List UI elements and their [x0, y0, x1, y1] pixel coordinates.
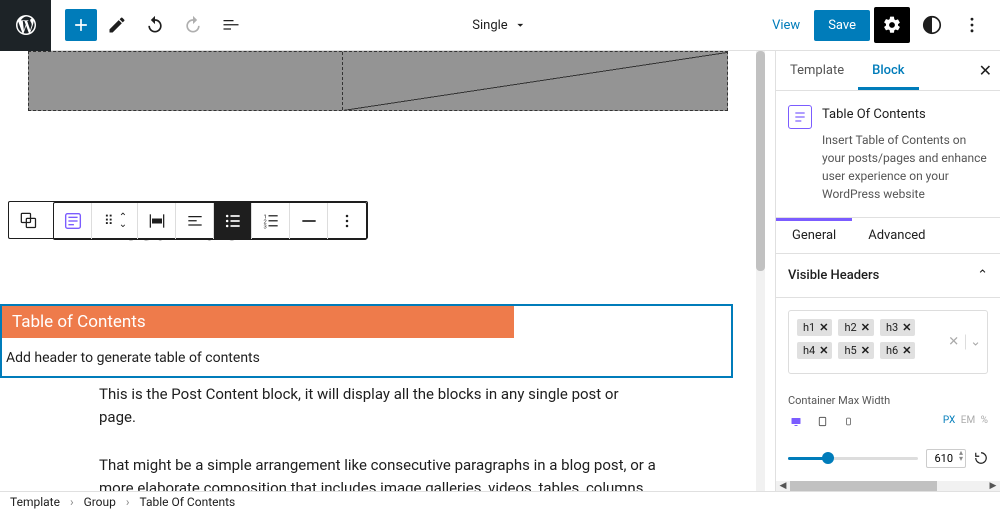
move-handles[interactable]: ⠿ ⌃⌄ [92, 203, 138, 239]
toc-title: Table of Contents [2, 306, 514, 338]
block-more-menu[interactable] [328, 203, 366, 239]
settings-sidebar: Template Block ✕ Table Of Contents Inser… [775, 51, 1000, 491]
remove-tag-icon[interactable]: ✕ [861, 344, 870, 357]
toc-block-icon[interactable] [54, 203, 92, 239]
settings-button[interactable] [874, 7, 910, 43]
chevron-down-icon [514, 18, 528, 32]
remove-tag-icon[interactable]: ✕ [902, 344, 911, 357]
outline-button[interactable] [213, 7, 249, 43]
breadcrumb-item[interactable]: Table Of Contents [140, 495, 236, 509]
unit-selector: PX EM % [940, 415, 988, 426]
post-content: This is the Post Content block, it will … [99, 383, 659, 491]
panel-visible-headers[interactable]: Visible Headers ⌃ [776, 254, 1000, 298]
header-tag[interactable]: h6 ✕ [880, 342, 915, 359]
subtab-advanced[interactable]: Advanced [852, 218, 941, 253]
save-button[interactable]: Save [814, 10, 870, 41]
clear-icon[interactable]: ✕ [948, 334, 966, 349]
wp-logo[interactable] [0, 0, 51, 51]
reset-icon[interactable] [974, 451, 988, 465]
remove-tag-icon[interactable]: ✕ [902, 321, 911, 334]
redo-button[interactable] [175, 7, 211, 43]
unit-pct[interactable]: % [981, 415, 988, 426]
device-tablet-icon[interactable] [814, 415, 830, 429]
breadcrumb: Template › Group › Table Of Contents [0, 491, 1000, 511]
width-slider[interactable] [788, 457, 918, 460]
svg-text:3: 3 [263, 225, 266, 231]
tab-template[interactable]: Template [776, 51, 858, 90]
list-numbered-button[interactable]: 123 [252, 203, 290, 239]
styles-button[interactable] [914, 7, 950, 43]
remove-tag-icon[interactable]: ✕ [819, 344, 828, 357]
view-link[interactable]: View [762, 18, 810, 33]
header-tag[interactable]: h2 ✕ [838, 319, 873, 336]
header-tags-field[interactable]: h1 ✕ h2 ✕ h3 ✕ h4 ✕ h5 ✕ h6 ✕ ✕ ⌄ [788, 310, 988, 374]
header-tag[interactable]: h1 ✕ [797, 319, 832, 336]
toc-block-icon [788, 105, 812, 129]
chevron-right-icon: › [126, 495, 130, 509]
header-tag[interactable]: h5 ✕ [838, 342, 873, 359]
unit-em[interactable]: EM [961, 415, 975, 426]
unit-px[interactable]: PX [943, 415, 955, 426]
toc-hint: Add header to generate table of contents [2, 338, 731, 376]
block-toolbar: ⠿ ⌃⌄ 123 [8, 201, 368, 239]
separator-button[interactable] [290, 203, 328, 239]
remove-tag-icon[interactable]: ✕ [861, 321, 870, 334]
breadcrumb-item[interactable]: Template [10, 495, 60, 509]
undo-button[interactable] [137, 7, 173, 43]
close-icon[interactable]: ✕ [979, 61, 992, 80]
align-button[interactable] [138, 203, 176, 239]
block-name: Table Of Contents [822, 105, 988, 125]
device-desktop-icon[interactable] [788, 415, 804, 429]
vertical-scrollbar[interactable] [756, 51, 765, 491]
template-selector[interactable]: Single [472, 18, 527, 33]
header-tag[interactable]: h3 ✕ [880, 319, 915, 336]
breadcrumb-item[interactable]: Group [84, 495, 116, 509]
width-label: Container Max Width [788, 394, 988, 407]
horizontal-scrollbar[interactable]: ◀ ▶ [776, 481, 1000, 491]
toc-block[interactable]: Table of Contents Add header to generate… [0, 304, 733, 378]
block-description: Insert Table of Contents on your posts/p… [822, 131, 988, 203]
justify-button[interactable] [176, 203, 214, 239]
edit-mode-button[interactable] [99, 7, 135, 43]
template-mode-label: Single [472, 18, 507, 33]
header-tag[interactable]: h4 ✕ [797, 342, 832, 359]
list-bullets-button[interactable] [214, 203, 252, 239]
more-menu-button[interactable] [954, 7, 990, 43]
subtab-general[interactable]: General [776, 218, 852, 253]
editor-canvas: Post Title Table of Contents Add header … [0, 51, 765, 491]
add-block-button[interactable] [65, 9, 97, 41]
parent-block-button[interactable] [9, 202, 47, 238]
placeholder-block[interactable] [28, 51, 728, 111]
chevron-down-icon[interactable]: ⌄ [970, 334, 981, 349]
paragraph[interactable]: This is the Post Content block, it will … [99, 383, 659, 430]
chevron-up-icon: ⌃ [977, 268, 988, 283]
tab-block[interactable]: Block [858, 51, 918, 90]
remove-tag-icon[interactable]: ✕ [819, 321, 828, 334]
paragraph[interactable]: That might be a simple arrangement like … [99, 454, 659, 492]
top-bar: Single View Save [0, 0, 1000, 51]
chevron-right-icon: › [70, 495, 74, 509]
device-mobile-icon[interactable] [840, 415, 856, 429]
